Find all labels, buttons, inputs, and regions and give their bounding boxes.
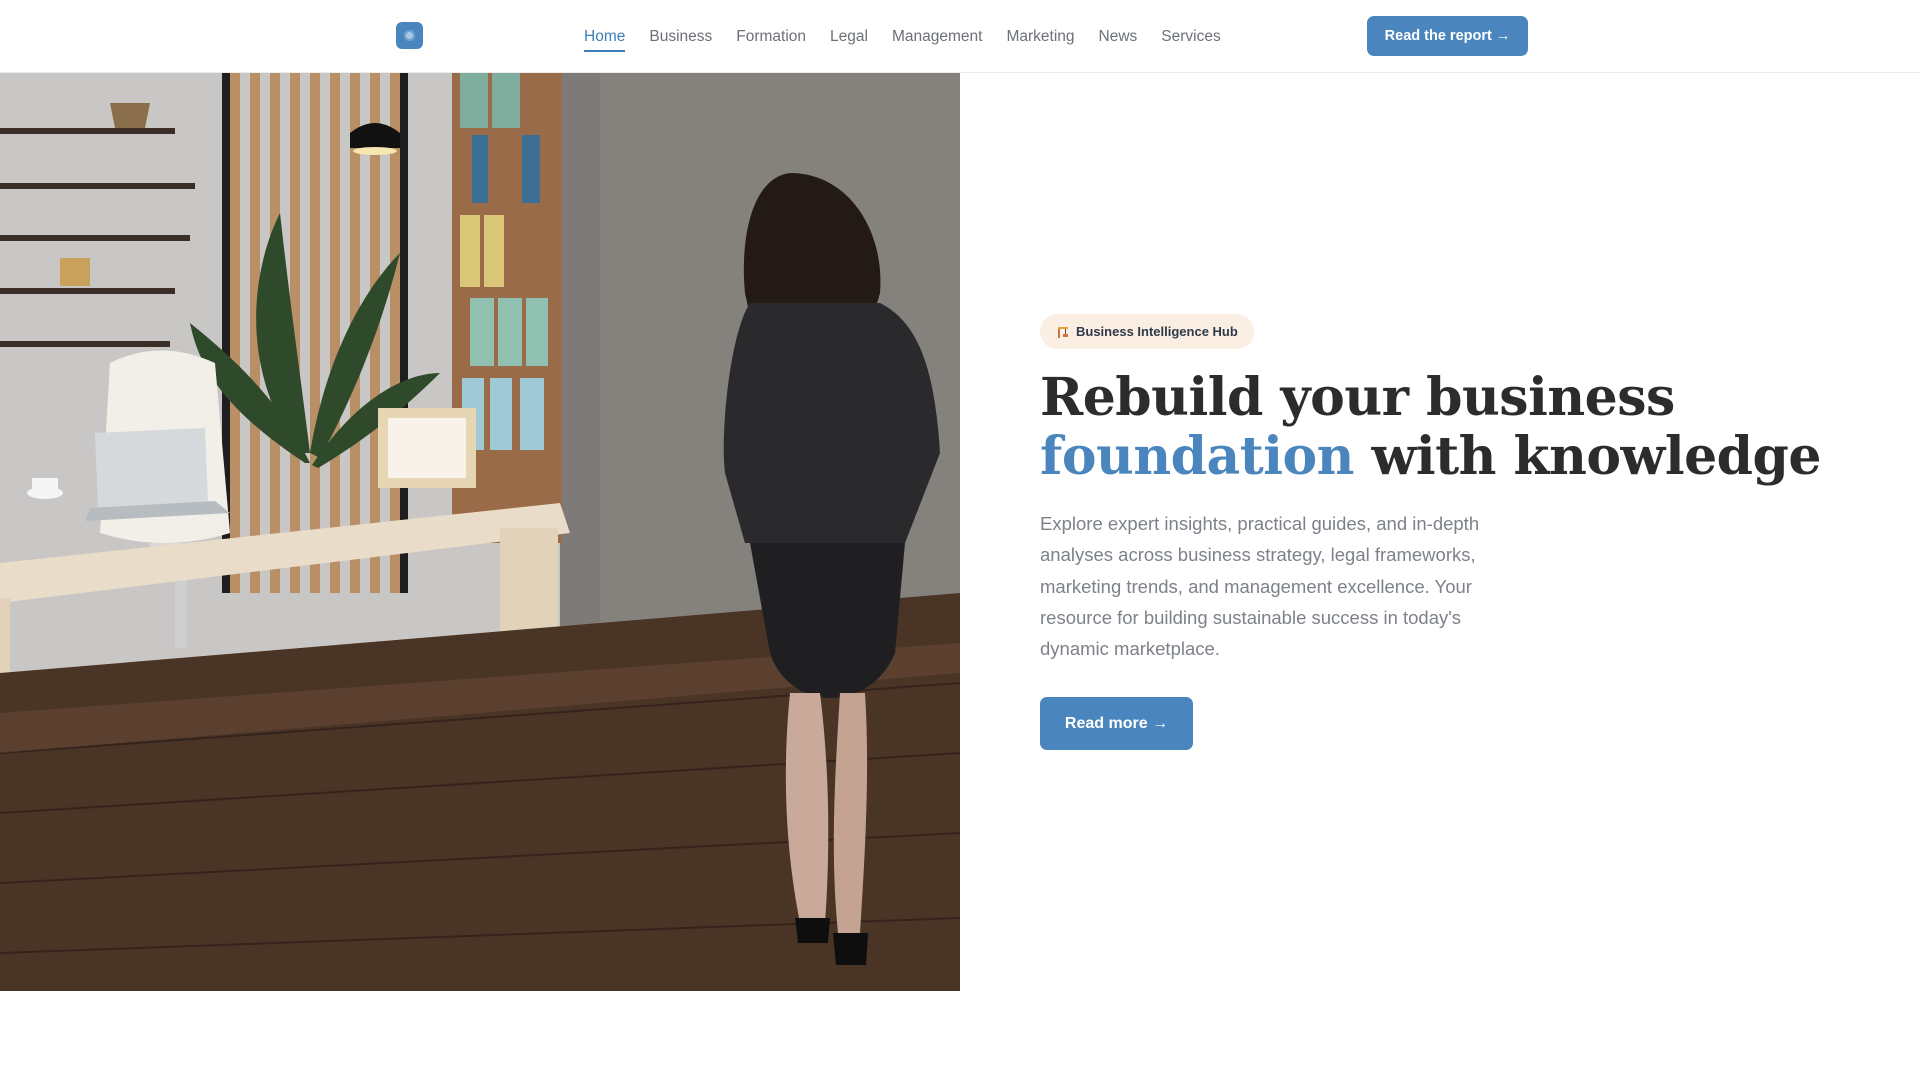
category-badge: Business Intelligence Hub xyxy=(1040,314,1254,349)
read-more-button[interactable]: Read more → xyxy=(1040,697,1193,750)
logo-mark-icon[interactable] xyxy=(396,22,423,49)
nav-item-news[interactable]: News xyxy=(1099,22,1138,52)
office-scene-illustration xyxy=(0,73,960,991)
logo-dot xyxy=(404,30,415,41)
main-nav: Home Business Formation Legal Management… xyxy=(584,0,1245,73)
nav-item-home[interactable]: Home xyxy=(584,22,626,52)
next-section-peek xyxy=(0,991,1920,1080)
nav-item-management[interactable]: Management xyxy=(892,22,982,52)
headline-accent: foundation xyxy=(1040,426,1354,487)
site-header: Home Business Formation Legal Management… xyxy=(0,0,1920,73)
nav-item-services[interactable]: Services xyxy=(1161,22,1220,52)
nav-item-marketing[interactable]: Marketing xyxy=(1006,22,1074,52)
nav-item-business[interactable]: Business xyxy=(649,22,712,52)
read-report-button[interactable]: Read the report → xyxy=(1367,16,1528,56)
hero-description: Explore expert insights, practical guide… xyxy=(1040,513,1480,660)
badge-label: Business Intelligence Hub xyxy=(1076,324,1238,339)
nav-item-legal[interactable]: Legal xyxy=(830,22,868,52)
headline-part1: Rebuild your business xyxy=(1040,367,1675,428)
construction-crane-icon xyxy=(1058,326,1068,338)
nav-item-formation[interactable]: Formation xyxy=(736,22,806,52)
headline-part2: with knowledge xyxy=(1353,426,1822,487)
hero-headline: Rebuild your business foundation with kn… xyxy=(1040,368,1900,486)
hero-office-photo xyxy=(0,73,960,991)
